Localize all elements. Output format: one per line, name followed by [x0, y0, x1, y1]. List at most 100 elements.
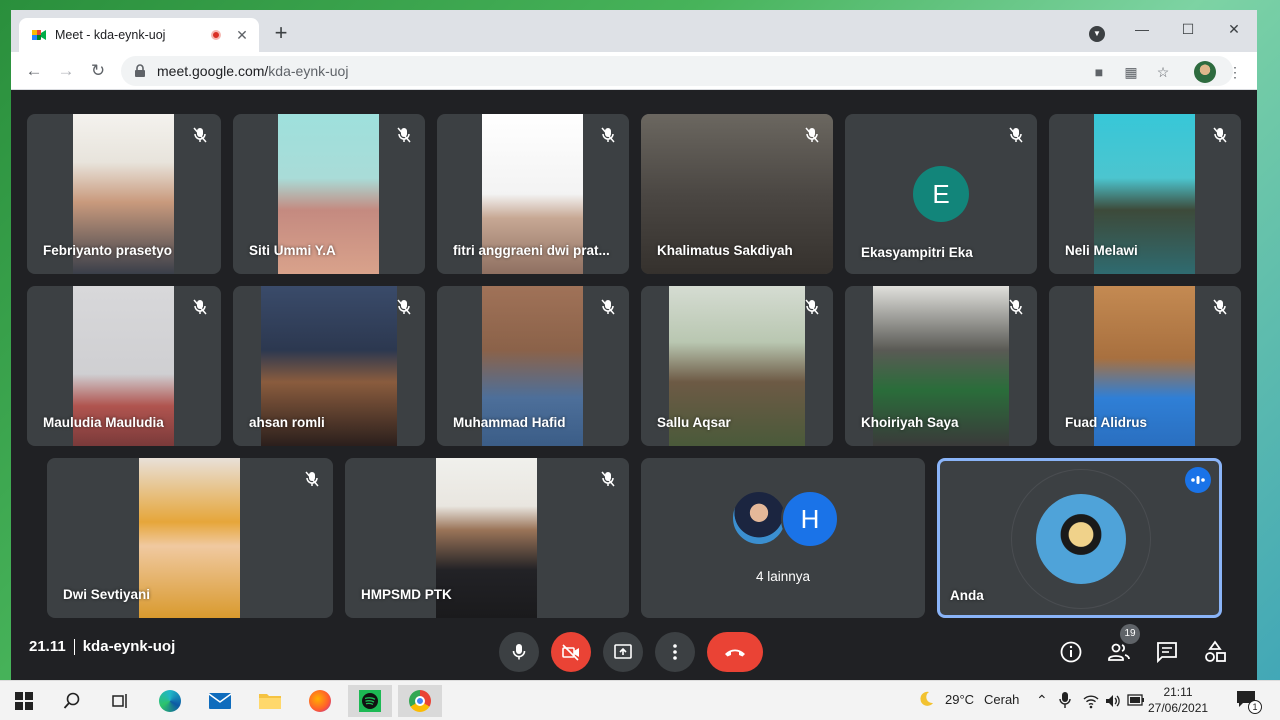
participant-tile[interactable]: Sallu Aqsar — [641, 286, 833, 446]
participant-tile[interactable]: Febriyanto prasetyo — [27, 114, 221, 274]
participant-tile[interactable]: Dwi Sevtiyani — [47, 458, 333, 618]
participant-initial-avatar: E — [913, 166, 969, 222]
meeting-code: kda-eynk-uoj — [82, 638, 176, 655]
meeting-details-icon[interactable] — [1059, 640, 1083, 664]
mic-off-icon — [1213, 127, 1227, 143]
activities-icon[interactable] — [1203, 640, 1227, 664]
camera-in-use-icon[interactable]: ■ — [1090, 63, 1108, 81]
extensions-icon[interactable]: ▦ — [1122, 63, 1140, 81]
participant-initial-avatar: H — [781, 490, 839, 548]
browser-menu-icon[interactable]: ⋮ — [1226, 63, 1244, 81]
taskbar: 29°C Cerah ⌃ 21:11 27/06/2021 1 — [0, 680, 1280, 720]
self-name: Anda — [950, 588, 984, 603]
close-window-button[interactable]: ✕ — [1211, 14, 1257, 44]
mic-off-icon — [193, 299, 207, 315]
notification-center-button[interactable]: 1 — [1236, 690, 1262, 714]
maximize-button[interactable]: ☐ — [1165, 14, 1211, 44]
participant-name: Febriyanto prasetyo — [43, 243, 173, 258]
taskbar-date: 27/06/2021 — [1148, 701, 1209, 715]
tab-search-icon[interactable]: ▼ — [1089, 26, 1105, 42]
tab-meet[interactable]: Meet - kda-eynk-uoj ✕ — [19, 18, 259, 52]
participant-tile[interactable]: Siti Ummi Y.A — [233, 114, 425, 274]
show-hidden-icons-chevron-icon[interactable]: ⌃ — [1036, 692, 1048, 709]
participant-name: Fuad Alidrus — [1065, 415, 1148, 430]
participant-tile[interactable]: Khalimatus Sakdiyah — [641, 114, 833, 274]
taskbar-clock[interactable]: 21:11 27/06/2021 — [1148, 684, 1208, 716]
battery-icon[interactable] — [1127, 694, 1145, 706]
reload-icon[interactable]: ↻ — [87, 60, 109, 82]
spotify-taskbar-item[interactable] — [348, 685, 392, 717]
search-button[interactable] — [50, 685, 94, 717]
audio-level-icon — [1185, 467, 1211, 493]
camera-off-icon — [562, 644, 579, 661]
self-avatar — [1036, 494, 1126, 584]
folder-icon — [259, 694, 281, 709]
start-button[interactable] — [2, 685, 46, 717]
participant-name: Dwi Sevtiyani — [63, 587, 151, 602]
present-screen-button[interactable] — [603, 632, 643, 672]
back-icon[interactable]: ← — [23, 60, 45, 82]
mic-button[interactable] — [499, 632, 539, 672]
lock-icon — [135, 64, 145, 77]
participant-tile[interactable]: E Ekasyampitri Eka — [845, 114, 1037, 274]
profile-avatar[interactable] — [1194, 61, 1216, 83]
file-explorer-taskbar-item[interactable] — [248, 685, 292, 717]
volume-icon[interactable] — [1105, 693, 1121, 709]
self-tile[interactable]: Anda — [937, 458, 1222, 618]
chat-icon[interactable] — [1155, 640, 1179, 664]
firefox-taskbar-item[interactable] — [298, 685, 342, 717]
participant-tile[interactable]: HMPSMD PTK — [345, 458, 629, 618]
present-screen-icon — [614, 644, 632, 659]
participant-tile[interactable]: fitri anggraeni dwi prat... — [437, 114, 629, 274]
mail-taskbar-item[interactable] — [198, 685, 242, 717]
mic-off-icon — [601, 471, 615, 487]
tab-bar: Meet - kda-eynk-uoj ✕ + ▼ — ☐ ✕ — [11, 10, 1257, 52]
bookmark-star-icon[interactable]: ☆ — [1154, 63, 1172, 81]
participant-tile[interactable]: Mauludia Mauludia — [27, 286, 221, 446]
forward-icon[interactable]: → — [55, 60, 77, 82]
weather-moon-icon[interactable] — [917, 690, 935, 708]
mic-off-icon — [601, 127, 615, 143]
microphone-in-use-icon[interactable] — [1059, 691, 1071, 709]
meeting-time: 21.11 — [29, 638, 66, 655]
mic-off-icon — [805, 299, 819, 315]
edge-taskbar-item[interactable] — [148, 685, 192, 717]
participant-tile[interactable]: Fuad Alidrus — [1049, 286, 1241, 446]
new-tab-button[interactable]: + — [269, 22, 293, 46]
weather-temp[interactable]: 29°C — [945, 692, 974, 707]
chrome-taskbar-item[interactable] — [398, 685, 442, 717]
wifi-icon[interactable] — [1083, 693, 1099, 709]
participant-name: Siti Ummi Y.A — [249, 243, 336, 258]
participant-name: Mauludia Mauludia — [43, 415, 164, 430]
participant-name: Khoiriyah Saya — [861, 415, 959, 430]
task-view-button[interactable] — [98, 685, 142, 717]
firefox-icon — [309, 690, 331, 712]
mic-off-icon — [1009, 299, 1023, 315]
weather-text[interactable]: Cerah — [984, 692, 1019, 707]
url-path: kda-eynk-uoj — [268, 63, 349, 79]
participant-avatar — [731, 490, 787, 546]
minimize-button[interactable]: — — [1119, 14, 1165, 44]
spotify-icon — [359, 690, 381, 712]
mail-icon — [208, 693, 232, 709]
participant-tile[interactable]: Neli Melawi — [1049, 114, 1241, 274]
search-icon — [63, 692, 80, 709]
more-options-button[interactable] — [655, 632, 695, 672]
participant-tile[interactable]: ahsan romli — [233, 286, 425, 446]
meeting-info: 21.11 kda-eynk-uoj — [29, 638, 176, 656]
meet-favicon-icon — [32, 30, 46, 40]
windows-logo-icon — [15, 692, 33, 710]
participant-tile[interactable]: Khoiriyah Saya — [845, 286, 1037, 446]
tab-title: Meet - kda-eynk-uoj — [55, 28, 166, 42]
tab-close-icon[interactable]: ✕ — [233, 27, 251, 44]
address-bar[interactable]: meet.google.com/kda-eynk-uoj — [121, 56, 1233, 86]
camera-off-button[interactable] — [551, 632, 591, 672]
participant-tile[interactable]: Muhammad Hafid — [437, 286, 629, 446]
others-tile[interactable]: H 4 lainnya — [641, 458, 925, 618]
mic-icon — [512, 644, 526, 660]
taskbar-time: 21:11 — [1163, 685, 1193, 699]
leave-call-button[interactable] — [707, 632, 763, 672]
participant-name: HMPSMD PTK — [361, 587, 452, 602]
edge-icon — [159, 690, 181, 712]
mic-off-icon — [1009, 127, 1023, 143]
